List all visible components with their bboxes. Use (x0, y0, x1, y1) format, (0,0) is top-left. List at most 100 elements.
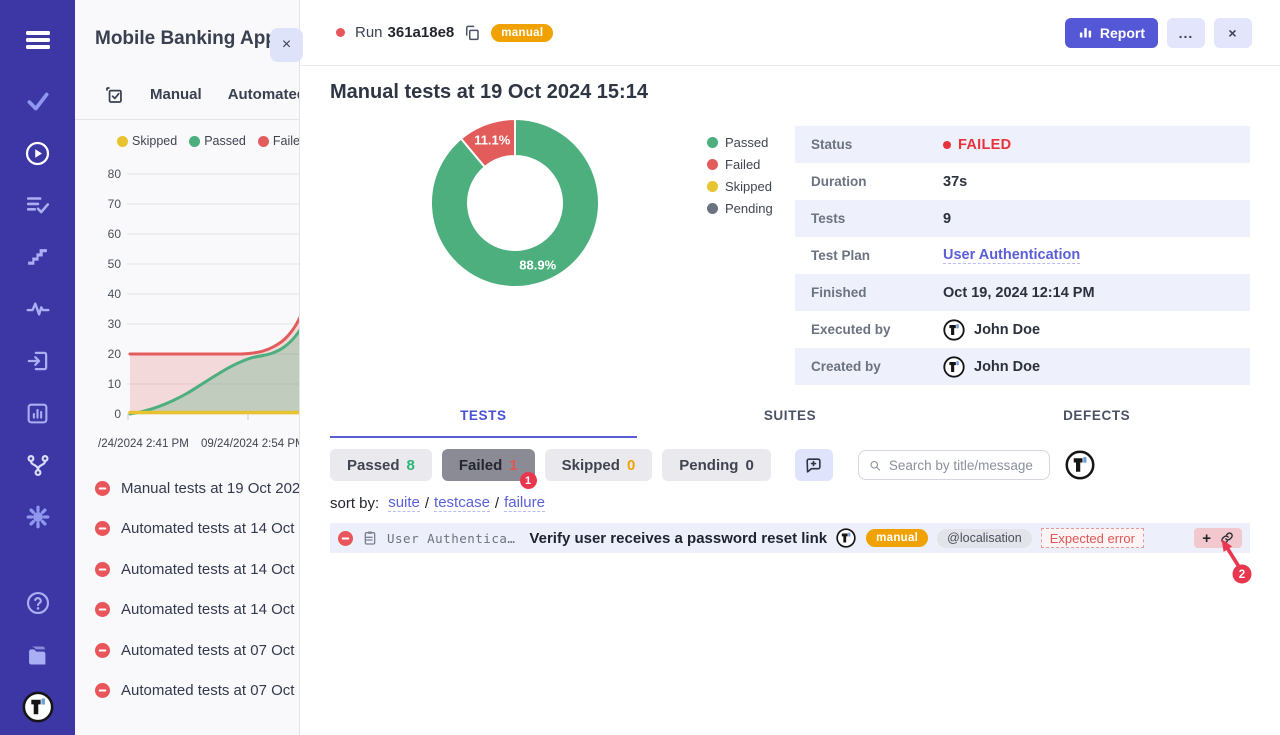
legend-item-skipped[interactable]: Skipped (117, 134, 177, 148)
close-run-button[interactable]: × (1214, 18, 1252, 48)
branches-nav-icon[interactable] (24, 451, 52, 479)
suite-name[interactable]: User Authentica… (387, 531, 515, 546)
analytics-nav-icon[interactable] (24, 399, 52, 427)
select-all-icon[interactable] (103, 84, 124, 105)
test-plans-nav-icon[interactable] (24, 191, 52, 219)
donut-legend-failed[interactable]: Failed (707, 157, 773, 172)
donut-slice-label: 88.9% (519, 257, 556, 272)
tab-tests[interactable]: TESTS (330, 408, 637, 438)
projects-icon[interactable] (24, 641, 52, 669)
filter-failed-button[interactable]: Failed11 (442, 449, 535, 481)
donut-legend-pending[interactable]: Pending (707, 201, 773, 216)
run-header: Run 361a18e8 manual Report ... × (300, 0, 1280, 66)
failed-test-row[interactable]: User Authentica… Verify user receives a … (330, 523, 1250, 553)
app-window: Mobile Banking App Manual Automated Skip… (0, 0, 1280, 735)
legend-item-passed[interactable]: Passed (189, 134, 246, 148)
assignee-avatar[interactable] (836, 528, 856, 548)
trend-chart-legend: Skipped Passed Failed (117, 134, 299, 148)
close-drawer-button[interactable]: × (270, 28, 303, 62)
minus-circle-icon (95, 683, 110, 698)
test-plan-link[interactable]: User Authentication (943, 247, 1080, 264)
app-logo-icon[interactable] (22, 691, 54, 723)
svg-text:60: 60 (108, 227, 122, 241)
status-filter-buttons: Passed8 Failed11 Skipped0 Pending0 (330, 449, 781, 481)
pulse-nav-icon[interactable] (24, 295, 52, 323)
details-row-executed-by: Executed byJohn Doe (795, 311, 1250, 348)
runs-list: Manual tests at 19 Oct 2024Automated tes… (75, 468, 299, 711)
help-icon[interactable] (24, 589, 52, 617)
failed-status-icon (338, 531, 353, 546)
add-comment-button[interactable] (795, 449, 833, 481)
testcase-icon (362, 530, 378, 546)
report-chart-icon (1078, 25, 1093, 40)
failed-count-badge: 1 (520, 472, 537, 489)
details-label: Tests (811, 211, 943, 226)
tests-nav-icon[interactable] (24, 87, 52, 115)
report-button[interactable]: Report (1065, 18, 1158, 48)
settings-nav-icon[interactable] (24, 503, 52, 531)
menu-icon[interactable] (24, 26, 52, 54)
more-options-button[interactable]: ... (1167, 18, 1205, 48)
minus-circle-icon (95, 521, 110, 536)
svg-text:10: 10 (108, 377, 122, 391)
sort-failure-link[interactable]: failure (504, 494, 545, 512)
run-type-tabs: Manual Automated (75, 84, 299, 120)
search-input[interactable] (889, 458, 1039, 473)
tab-manual[interactable]: Manual (150, 86, 202, 103)
trend-area-chart[interactable]: 01020304050607080/24/2024 2:41 PM09/24/2… (75, 150, 300, 460)
donut-slice-label: 11.1% (474, 133, 511, 148)
run-list-item[interactable]: Automated tests at 14 Oct 2024 (75, 590, 299, 631)
details-label: Status (811, 137, 943, 152)
filter-passed-button[interactable]: Passed8 (330, 449, 432, 481)
run-list-item[interactable]: Automated tests at 07 Oct 2024 (75, 630, 299, 671)
tab-suites[interactable]: SUITES (637, 408, 944, 438)
sort-row: sort by: suite/testcase/failure (330, 494, 1250, 512)
search-box (858, 450, 1050, 480)
run-label: Run (355, 24, 383, 41)
runs-nav-icon[interactable] (24, 139, 52, 167)
milestones-nav-icon[interactable] (24, 243, 52, 271)
legend-item-failed[interactable]: Failed (258, 134, 300, 148)
run-list-item[interactable]: Automated tests at 14 Oct 2024 (75, 509, 299, 550)
run-type-badge: manual (491, 24, 553, 42)
details-label: Duration (811, 174, 943, 189)
filter-pending-button[interactable]: Pending0 (662, 449, 771, 481)
sort-suite-link[interactable]: suite (388, 494, 420, 512)
test-type-badge: manual (866, 529, 928, 547)
test-title[interactable]: Verify user receives a password reset li… (529, 530, 827, 547)
filter-skipped-button[interactable]: Skipped0 (545, 449, 653, 481)
details-label: Executed by (811, 322, 943, 337)
main-sidebar (0, 0, 75, 735)
link-icon[interactable] (1220, 531, 1234, 545)
user-avatar[interactable] (1065, 450, 1095, 480)
copy-run-id-button[interactable] (463, 24, 481, 42)
test-row-actions[interactable]: + (1194, 528, 1242, 548)
svg-text:80: 80 (108, 167, 122, 181)
trend-line-failed (130, 297, 300, 354)
test-tag[interactable]: @localisation (937, 529, 1032, 548)
tab-automated[interactable]: Automated (228, 86, 300, 103)
import-nav-icon[interactable] (24, 347, 52, 375)
project-title: Mobile Banking App (95, 28, 285, 50)
minus-circle-icon (95, 562, 110, 577)
svg-text:0: 0 (114, 407, 121, 421)
user-avatar (943, 356, 965, 378)
project-panel: Mobile Banking App Manual Automated Skip… (75, 0, 300, 735)
details-row-finished: FinishedOct 19, 2024 12:14 PM (795, 274, 1250, 311)
annotation-badge: 2 (1239, 569, 1245, 581)
run-list-item[interactable]: Manual tests at 19 Oct 2024 (75, 468, 299, 509)
donut-legend-passed[interactable]: Passed (707, 135, 773, 150)
run-list-item[interactable]: Automated tests at 07 Oct 2024 (75, 671, 299, 712)
run-title: Manual tests at 19 Oct 2024 15:14 (330, 81, 1280, 104)
tab-defects[interactable]: DEFECTS (943, 408, 1250, 438)
avatar-logo-icon (943, 319, 965, 341)
svg-text:40: 40 (108, 287, 122, 301)
sort-testcase-link[interactable]: testcase (434, 494, 490, 512)
run-list-item[interactable]: Automated tests at 14 Oct 2024 (75, 549, 299, 590)
add-defect-icon[interactable]: + (1202, 531, 1211, 546)
status-value: FAILED (943, 137, 1011, 153)
legend-dot (189, 136, 200, 147)
results-donut-chart: 88.9% 11.1% (429, 117, 601, 289)
donut-legend-skipped[interactable]: Skipped (707, 179, 773, 194)
expected-error-badge[interactable]: Expected error (1041, 528, 1144, 548)
